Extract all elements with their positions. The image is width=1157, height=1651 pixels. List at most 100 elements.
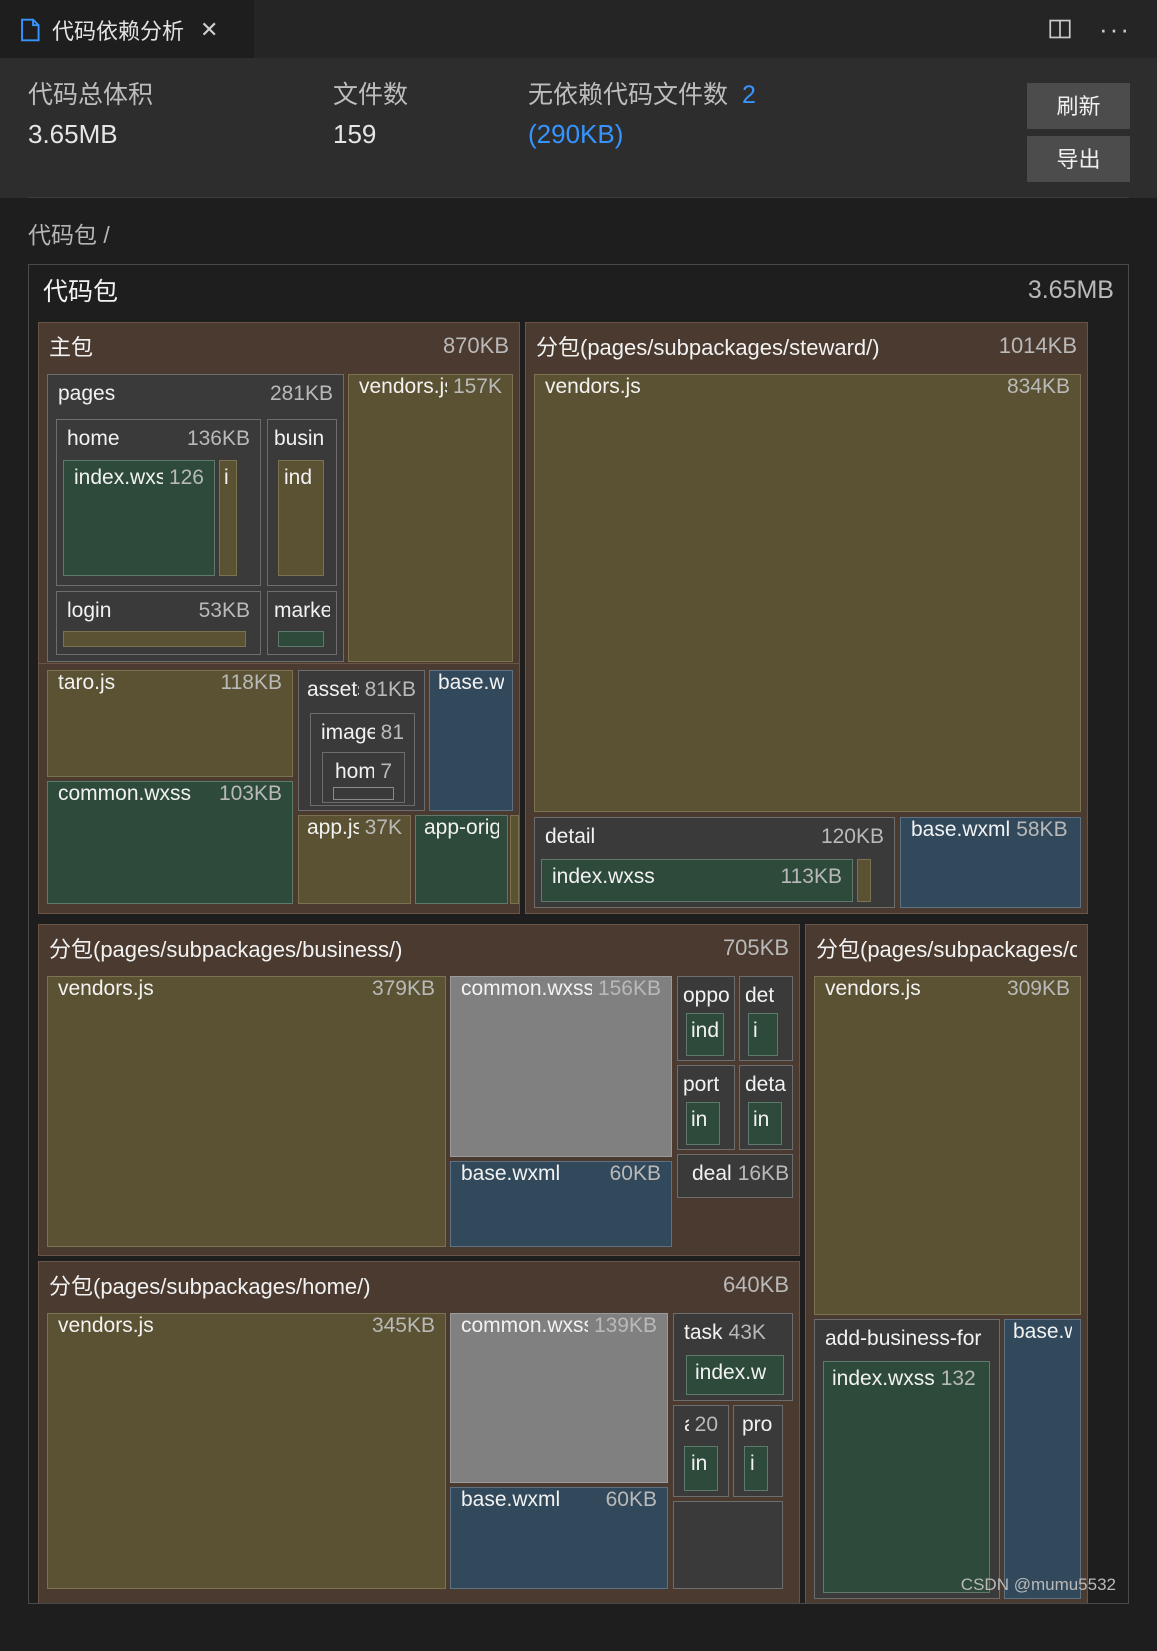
business-detail-index-label: i	[753, 1019, 758, 1042]
leaf-steward-detail-index-js[interactable]	[857, 859, 871, 902]
node-other-add-business-form[interactable]: add-business-for index.wxss 132	[814, 1319, 1000, 1599]
home-index-wxss-size: 126	[168, 466, 204, 489]
leaf-business-index[interactable]: ind	[278, 460, 324, 576]
close-icon[interactable]: ✕	[200, 18, 218, 41]
pages-size: 281KB	[269, 382, 333, 405]
other-add-business-label: add-business-for	[825, 1327, 982, 1350]
leaf-home-index-wxss[interactable]: index.wxss 126	[63, 460, 215, 576]
leaf-business-base-wxml[interactable]: base.wxml 60KB	[450, 1161, 672, 1247]
leaf-home-index-js[interactable]: i	[219, 460, 237, 576]
node-assets-images[interactable]: images 81 home 7	[310, 713, 415, 806]
node-pages[interactable]: pages 281KB home 136KB index.wxss 126	[47, 374, 344, 662]
node-home-product[interactable]: pro i	[733, 1405, 783, 1497]
node-business-opportunity[interactable]: oppo ind	[677, 976, 735, 1061]
node-assets[interactable]: assets 81KB images 81 home 7	[298, 670, 425, 811]
leaf-other-vendors-js[interactable]: vendors.js 309KB	[814, 976, 1081, 1315]
leaf-app-extra[interactable]	[510, 815, 519, 904]
node-business-details[interactable]: deta in	[739, 1065, 793, 1150]
leaf-home-task-index-wxss[interactable]: index.w	[686, 1355, 784, 1395]
node-subpackage-other[interactable]: 分包(pages/subpackages/o vendors.js 309KB …	[805, 924, 1088, 1603]
tab-code-dependency-analysis[interactable]: 代码依赖分析 ✕	[0, 0, 255, 58]
business-portal-label: port	[683, 1073, 720, 1096]
leaf-app-original-js[interactable]: app-orig	[415, 815, 508, 904]
node-subpackage-home[interactable]: 分包(pages/subpackages/home/) 640KB vendor…	[38, 1261, 800, 1603]
stat-total-size-value: 3.65MB	[28, 119, 118, 150]
leaf-business-vendors-js[interactable]: vendors.js 379KB	[47, 976, 446, 1247]
node-pages-home[interactable]: home 136KB index.wxss 126 i	[56, 419, 261, 586]
node-pages-market[interactable]: marke	[267, 591, 337, 655]
export-button[interactable]: 导出	[1027, 136, 1130, 182]
business-opportunity-label: oppo	[683, 984, 729, 1007]
pages-label: pages	[58, 382, 116, 405]
node-home-extra[interactable]	[673, 1501, 783, 1589]
steward-size: 1014KB	[998, 333, 1077, 358]
business-pkg-label: 分包(pages/subpackages/business/)	[49, 937, 403, 962]
home-pkg-size: 640KB	[722, 1272, 789, 1297]
leaf-steward-base-wxml[interactable]: base.wxml 58KB	[900, 817, 1081, 908]
node-home-task[interactable]: task 43K index.w	[673, 1313, 793, 1401]
node-business-portal[interactable]: port in	[677, 1065, 735, 1150]
business-base-wxml-label: base.wxml	[461, 1162, 561, 1185]
refresh-button[interactable]: 刷新	[1027, 83, 1130, 129]
leaf-business-portal-index[interactable]: in	[686, 1102, 720, 1145]
node-subpackage-business[interactable]: 分包(pages/subpackages/business/) 705KB ve…	[38, 924, 800, 1256]
business-detail-label: det	[745, 984, 775, 1007]
stat-total-size: 代码总体积 3.65MB	[28, 80, 333, 150]
treemap-container: 代码包 3.65MB 主包 870KB pages 281KB home 136…	[0, 264, 1157, 1604]
home-base-wxml-size: 60KB	[605, 1488, 657, 1511]
leaf-app-js[interactable]: app.js 37K	[298, 815, 411, 904]
home-common-label: common.wxss	[461, 1314, 588, 1337]
leaf-business-common-wxss[interactable]: common.wxss 156KB	[450, 976, 672, 1157]
leaf-other-add-business-index-wxss[interactable]: index.wxss 132	[823, 1361, 990, 1593]
leaf-business-details-index[interactable]: in	[748, 1102, 782, 1145]
node-business-detail[interactable]: det i	[739, 976, 793, 1061]
leaf-home-base-wxml[interactable]: base.wxml 60KB	[450, 1487, 668, 1589]
node-main-package[interactable]: 主包 870KB pages 281KB home 136KB index.wx…	[38, 322, 520, 664]
main-vendors-size: 157K	[452, 375, 502, 398]
node-images-home[interactable]: home 7	[322, 752, 405, 803]
other-vendors-label: vendors.js	[825, 977, 921, 1000]
leaf-business-opportunity-index[interactable]: ind	[686, 1013, 724, 1056]
business-deal-label: deal	[692, 1162, 732, 1185]
node-home-all[interactable]: all 20 in	[673, 1405, 729, 1497]
leaf-home-common-wxss[interactable]: common.wxss 139KB	[450, 1313, 668, 1483]
breadcrumb[interactable]: 代码包 /	[0, 198, 1157, 264]
leaf-steward-detail-index-wxss[interactable]: index.wxss 113KB	[541, 859, 853, 902]
summary-divider	[28, 197, 1129, 198]
leaf-home-product-index[interactable]: i	[744, 1446, 768, 1491]
leaf-common-wxss-main[interactable]: common.wxss 103KB	[47, 781, 293, 904]
more-actions-icon[interactable]: ···	[1099, 16, 1131, 42]
node-business-deal[interactable]: deal 16KB	[677, 1154, 793, 1198]
other-add-business-index-size: 132	[940, 1367, 976, 1390]
steward-detail-label: detail	[545, 825, 596, 848]
main-package-size: 870KB	[442, 333, 509, 358]
stat-no-dependency-label: 无依赖代码文件数	[528, 81, 729, 109]
root-label: 代码包	[43, 278, 119, 306]
leaf-taro-js[interactable]: taro.js 118KB	[47, 670, 293, 777]
node-pages-business[interactable]: busin ind	[267, 419, 337, 586]
leaf-other-base-wxml[interactable]: base.w	[1004, 1319, 1081, 1599]
leaf-home-vendors-js[interactable]: vendors.js 345KB	[47, 1313, 446, 1589]
leaf-images-home-asset[interactable]	[333, 787, 394, 800]
treemap-root-code-package[interactable]: 代码包 3.65MB 主包 870KB pages 281KB home 136…	[28, 264, 1129, 1604]
steward-detail-index-label: index.wxss	[552, 865, 655, 888]
steward-detail-size: 120KB	[820, 825, 884, 848]
leaf-main-vendors-js[interactable]: vendors.js 157K	[348, 374, 513, 662]
stat-total-size-label: 代码总体积	[28, 81, 154, 109]
pages-home-size: 136KB	[186, 427, 250, 450]
node-steward-detail[interactable]: detail 120KB index.wxss 113KB	[534, 817, 895, 908]
leaf-home-all-index[interactable]: in	[684, 1446, 718, 1491]
node-pages-login[interactable]: login 53KB	[56, 591, 261, 655]
node-subpackage-steward[interactable]: 分包(pages/subpackages/steward/) 1014KB ve…	[525, 322, 1088, 914]
node-main-package-lower: taro.js 118KB common.wxss 103KB assets 8…	[38, 664, 520, 914]
leaf-market-index-wxss[interactable]	[278, 631, 324, 647]
leaf-steward-vendors-js[interactable]: vendors.js 834KB	[534, 374, 1081, 812]
split-editor-icon[interactable]	[1047, 16, 1073, 42]
home-task-label: task	[684, 1321, 723, 1344]
stat-file-count: 文件数 159	[333, 80, 528, 150]
app-js-size: 37K	[364, 816, 402, 839]
leaf-base-wxss-main[interactable]: base.wx	[429, 670, 513, 811]
leaf-login-index-js[interactable]	[63, 631, 246, 647]
other-base-wxml-label: base.w	[1013, 1320, 1072, 1343]
leaf-business-detail-index[interactable]: i	[748, 1013, 778, 1056]
